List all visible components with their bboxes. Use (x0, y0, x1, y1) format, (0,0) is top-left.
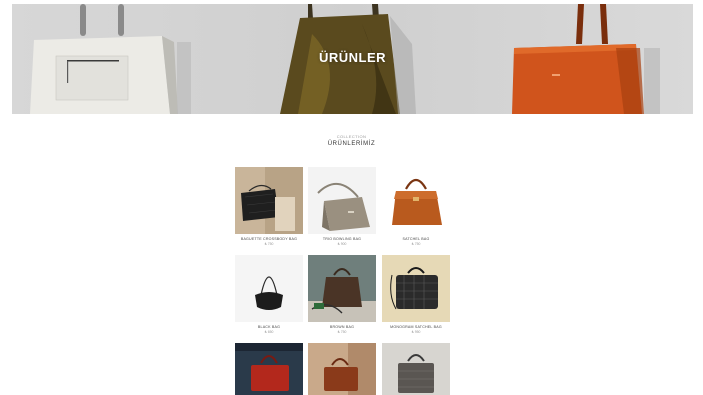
section-title: ÜRÜNLERİMİZ (327, 141, 376, 147)
product-card[interactable] (235, 343, 303, 395)
product-card[interactable] (382, 343, 450, 395)
product-card[interactable]: SATCHEL BAG ₺ 750 (382, 167, 450, 246)
product-name[interactable]: BAGUETTE CROSSBODY BAG (235, 237, 303, 241)
product-price: ₺ 650 (264, 330, 274, 334)
product-price: ₺ 900 (337, 242, 347, 246)
product-image[interactable] (235, 167, 303, 234)
product-name[interactable]: BROWN BAG (308, 325, 376, 329)
product-price: ₺ 750 (264, 242, 274, 246)
hero-banner: ÜRÜNLER (12, 4, 693, 114)
product-name[interactable]: TRIO BOWLING BAG (308, 237, 376, 241)
product-image[interactable] (308, 167, 376, 234)
product-card[interactable]: TRIO BOWLING BAG ₺ 900 (308, 167, 376, 246)
product-price: ₺ 750 (411, 242, 421, 246)
product-card[interactable]: MONOGRAM SATCHEL BAG ₺ 950 (382, 255, 450, 334)
product-price: ₺ 950 (411, 330, 421, 334)
product-price: ₺ 750 (337, 330, 347, 334)
product-image[interactable] (382, 255, 450, 322)
product-image[interactable] (382, 167, 450, 234)
product-image[interactable] (308, 255, 376, 322)
hero-title: ÜRÜNLER (318, 50, 387, 65)
product-image[interactable] (235, 343, 303, 395)
product-name[interactable]: SATCHEL BAG (382, 237, 450, 241)
product-image[interactable] (308, 343, 376, 395)
product-name[interactable]: BLACK BAG (235, 325, 303, 329)
section-kicker: COLLECTION (336, 134, 367, 139)
product-image[interactable] (235, 255, 303, 322)
product-card[interactable] (308, 343, 376, 395)
product-card[interactable]: BAGUETTE CROSSBODY BAG ₺ 750 (235, 167, 303, 246)
product-card[interactable]: BLACK BAG ₺ 650 (235, 255, 303, 334)
product-card[interactable]: BROWN BAG ₺ 750 (308, 255, 376, 334)
product-image[interactable] (382, 343, 450, 395)
product-name[interactable]: MONOGRAM SATCHEL BAG (382, 325, 450, 329)
